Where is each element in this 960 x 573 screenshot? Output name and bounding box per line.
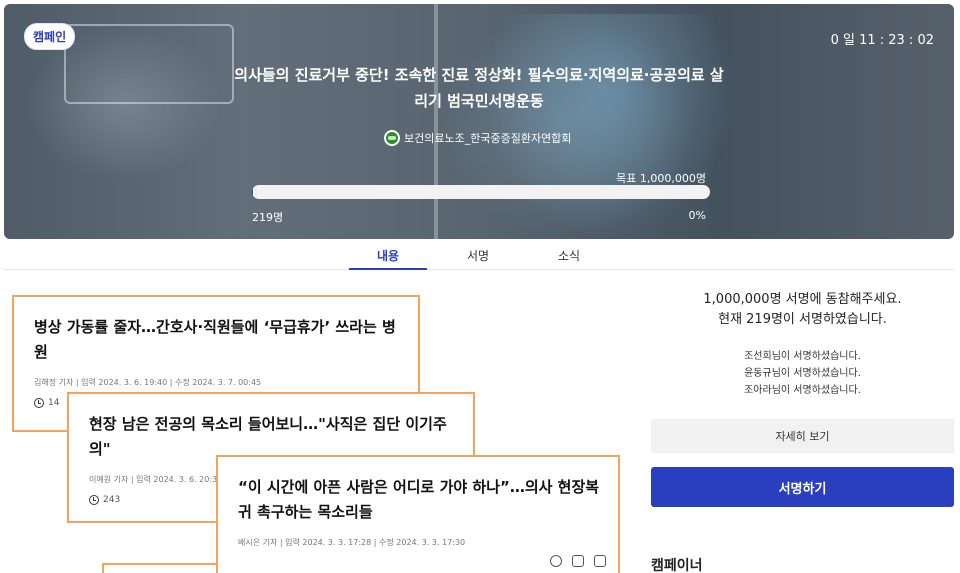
signer-item: 윤동규님이 서명하셨습니다. <box>744 368 861 379</box>
campaign-title: 의사들의 진료거부 중단! 조속한 진료 정상화! 필수의료·지역의료·공공의료… <box>234 66 724 110</box>
signer-item: 조아라님이 서명하셨습니다. <box>744 385 861 396</box>
active-tab-indicator <box>349 268 427 270</box>
view-details-button[interactable]: 자세히 보기 <box>651 419 954 453</box>
font-size-icon[interactable] <box>572 555 584 567</box>
comment-count: 14 <box>48 398 60 408</box>
countdown-timer: 0 일 11 : 23 : 02 <box>830 33 934 48</box>
tab-news[interactable]: 소식 <box>530 247 608 264</box>
signer-item: 조선희님이 서명하셨습니다. <box>744 351 861 362</box>
signature-goal-text: 1,000,000명 서명에 동참해주세요. <box>703 292 902 307</box>
article-meta: 배시은 기자 | 입력 2024. 3. 3. 17:28 | 수정 2024.… <box>238 538 466 547</box>
hero-background-iv-pole <box>434 4 438 239</box>
campaigner-heading: 캠페이너 <box>651 558 703 573</box>
signature-panel: 1,000,000명 서명에 동참해주세요. 현재 219명이 서명하였습니다.… <box>651 290 954 573</box>
signature-count: 219명 <box>252 211 284 224</box>
article-toolbar <box>550 555 606 567</box>
organization[interactable]: 보건의료노조_한국중증질환자연합회 <box>384 130 571 146</box>
comment-icon <box>89 495 99 505</box>
share-icon[interactable] <box>550 555 562 567</box>
progress-percent: 0% <box>688 209 706 222</box>
hero-background-rack <box>64 24 234 104</box>
comment-icon <box>34 398 44 408</box>
tab-content[interactable]: 내용 <box>349 247 427 264</box>
content-tabs: 내용 서명 소식 <box>4 240 954 270</box>
recent-signers: 조선희님이 서명하셨습니다. 윤동규님이 서명하셨습니다. 조아라님이 서명하셨… <box>651 348 954 399</box>
print-icon[interactable] <box>594 555 606 567</box>
campaign-hero: 캠페인 0 일 11 : 23 : 02 의사들의 진료거부 중단! 조속한 진… <box>4 4 954 239</box>
article-card[interactable]: “이 시간에 아픈 사람은 어디로 가야 하나”…의사 현장복귀 촉구하는 목소… <box>216 455 620 573</box>
goal-label: 목표 1,000,000명 <box>616 172 706 185</box>
organization-name: 보건의료노조_한국중증질환자연합회 <box>404 132 572 145</box>
signature-current-text: 현재 219명이 서명하였습니다. <box>718 312 887 327</box>
hero-background-figure <box>484 14 734 239</box>
organization-logo-icon <box>384 130 400 146</box>
sign-button[interactable]: 서명하기 <box>651 467 954 507</box>
tab-signatures[interactable]: 서명 <box>439 247 517 264</box>
signature-headline: 1,000,000명 서명에 동참해주세요. 현재 219명이 서명하였습니다. <box>651 290 954 330</box>
article-title: “이 시간에 아픈 사람은 어디로 가야 하나”…의사 현장복귀 촉구하는 목소… <box>238 478 600 521</box>
progress-bar <box>252 185 710 199</box>
article-title: 병상 가동률 줄자…간호사·직원들에 ‘무급휴가’ 쓰라는 병원 <box>34 318 396 361</box>
article-meta: 김해정 기자 | 입력 2024. 3. 6. 19:40 | 수정 2024.… <box>34 378 262 387</box>
campaign-badge: 캠페인 <box>24 23 76 50</box>
comment-count: 243 <box>103 495 121 505</box>
